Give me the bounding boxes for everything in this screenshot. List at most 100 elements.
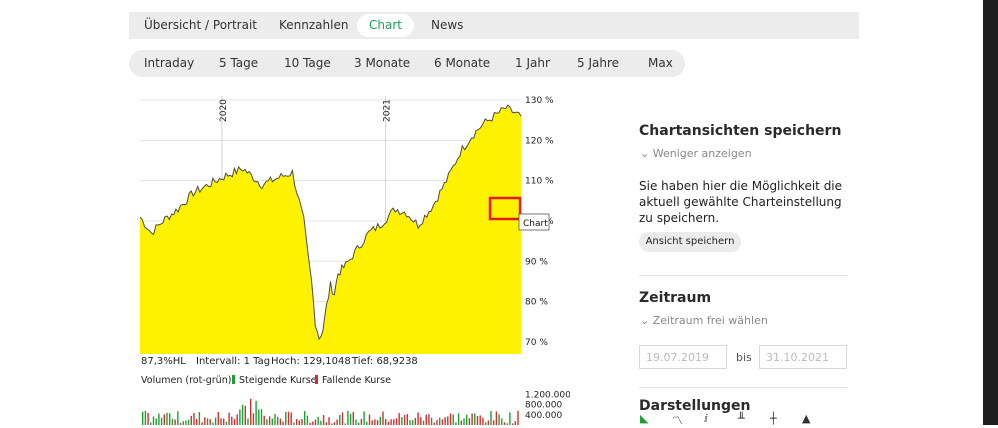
custom-period-toggle[interactable]: ⌄ Zeitraum frei wählen <box>640 314 768 327</box>
stat-hl: 87,3%HL <box>141 356 186 367</box>
range-max[interactable]: Max <box>648 50 673 77</box>
save-views-heading: Chartansichten speichern <box>639 123 842 139</box>
area-chart-icon[interactable]: ◣ <box>640 412 648 425</box>
volume-bar <box>355 419 357 425</box>
range-5-tage[interactable]: 5 Tage <box>219 50 258 77</box>
date-from-input[interactable] <box>639 345 727 369</box>
volume-bar <box>271 418 273 425</box>
range-selector: Intraday 5 Tage 10 Tage 3 Monate 6 Monat… <box>129 50 685 77</box>
volume-bar <box>509 412 511 425</box>
volume-bar <box>498 414 500 425</box>
range-intraday[interactable]: Intraday <box>144 50 194 77</box>
volume-bar <box>241 404 244 425</box>
volume-bar <box>466 414 468 425</box>
volume-bar <box>228 412 230 425</box>
volume-bar <box>376 420 379 425</box>
volume-bar <box>298 420 300 425</box>
volume-bar <box>476 415 479 425</box>
volume-bar <box>290 412 292 425</box>
volume-bars <box>142 398 519 425</box>
volume-bar <box>182 421 184 425</box>
volume-bar <box>160 417 163 425</box>
volume-bar <box>169 413 171 425</box>
volume-bar <box>209 419 211 425</box>
volume-bar <box>382 411 384 425</box>
less-toggle-label: Weniger anzeigen <box>652 147 752 160</box>
volume-bar <box>417 412 419 425</box>
volume-bar <box>244 405 246 425</box>
mountain-chart-icon[interactable]: ▲ <box>802 412 810 425</box>
candle-chart-icon[interactable]: ┼ <box>770 412 777 425</box>
volume-bar <box>187 419 190 425</box>
volume-bar <box>474 413 476 425</box>
volume-bar <box>174 419 176 425</box>
ohlc-chart-icon[interactable]: ⅈ <box>704 412 708 425</box>
volume-bar <box>452 414 454 425</box>
volume-bar <box>314 419 317 425</box>
divider <box>639 387 847 388</box>
tab-news[interactable]: News <box>431 14 463 37</box>
volume-bar <box>190 415 192 425</box>
volume-bar <box>495 411 498 425</box>
volume-bar <box>514 421 516 425</box>
volume-tick-label: 1.200.000 <box>525 391 570 401</box>
date-to-input[interactable] <box>759 345 847 369</box>
page-scrollbar[interactable] <box>983 0 998 425</box>
volume-bar <box>439 417 441 425</box>
range-6-monate[interactable]: 6 Monate <box>434 50 490 77</box>
volume-bar <box>287 411 290 425</box>
bar-chart-icon[interactable]: ╨ <box>738 412 745 425</box>
legend-volume: Volumen (rot-grün) <box>141 375 232 386</box>
volume-bar <box>428 414 430 425</box>
volume-bar <box>268 416 271 425</box>
volume-bar <box>206 418 209 425</box>
stat-low: Tief: 68,9238 <box>352 356 418 367</box>
volume-bar <box>387 421 390 425</box>
range-10-tage[interactable]: 10 Tage <box>284 50 331 77</box>
volume-bar <box>274 414 276 425</box>
period-heading: Zeitraum <box>639 290 712 306</box>
volume-bar <box>285 411 287 425</box>
volume-bar <box>177 411 179 425</box>
volume-bar <box>463 418 465 425</box>
volume-bar <box>422 420 425 425</box>
y-tick-label: 70 % <box>525 338 548 348</box>
volume-bar <box>223 418 225 425</box>
volume-bar <box>152 416 155 425</box>
tab-overview[interactable]: Übersicht / Portrait <box>144 14 257 37</box>
chart-tooltip: Chart <box>518 213 550 231</box>
volume-bar <box>163 414 165 425</box>
volume-bar <box>312 421 314 425</box>
volume-tick-label: 400.000 <box>525 411 562 421</box>
falling-swatch <box>315 375 318 384</box>
volume-bar <box>336 419 338 425</box>
line-chart-icon[interactable]: 〽 <box>672 412 683 428</box>
save-view-button[interactable]: Ansicht speichern <box>639 232 741 252</box>
less-toggle[interactable]: ⌄ Weniger anzeigen <box>640 147 752 160</box>
volume-bar <box>490 411 492 425</box>
volume-bar <box>347 410 349 425</box>
y-tick-label: 80 % <box>525 298 548 308</box>
range-3-monate[interactable]: 3 Monate <box>354 50 410 77</box>
volume-bar <box>231 416 233 425</box>
range-1-jahr[interactable]: 1 Jahr <box>515 50 550 77</box>
volume-bar <box>295 419 298 425</box>
volume-bar <box>471 413 473 425</box>
volume-bar <box>366 421 368 425</box>
volume-bar <box>220 418 222 425</box>
stat-interval: Intervall: 1 Tag <box>196 356 271 367</box>
custom-period-label: Zeitraum frei wählen <box>652 314 768 327</box>
tab-kennzahlen[interactable]: Kennzahlen <box>279 14 348 37</box>
volume-bar <box>441 419 444 425</box>
legend-falling-label: Fallende Kurse <box>322 375 391 386</box>
volume-bar <box>193 412 195 425</box>
volume-bar <box>263 415 265 425</box>
volume-bar <box>479 415 481 425</box>
tab-chart[interactable]: Chart <box>357 14 414 37</box>
volume-bar <box>412 420 414 425</box>
volume-bar <box>301 419 303 425</box>
volume-bar <box>266 419 268 425</box>
volume-bar <box>233 419 236 425</box>
volume-bar <box>444 417 446 425</box>
range-5-jahre[interactable]: 5 Jahre <box>577 50 619 77</box>
